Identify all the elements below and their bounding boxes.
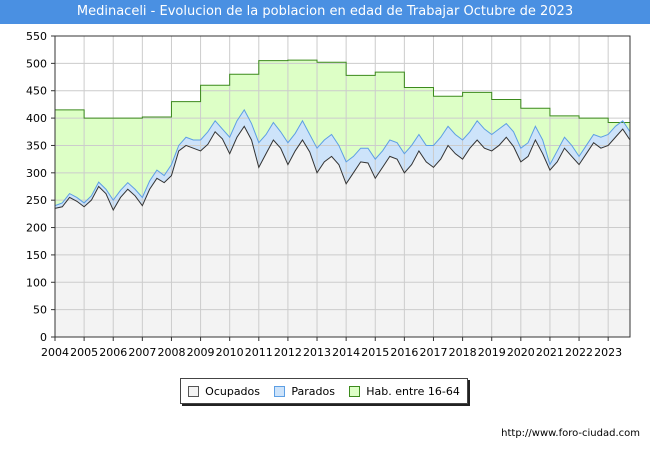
x-tick-label: 2010 <box>216 346 244 359</box>
y-tick-label: 50 <box>33 304 47 317</box>
x-tick-label: 2023 <box>594 346 622 359</box>
y-tick-label: 350 <box>26 139 47 152</box>
legend-label-hab: Hab. entre 16-64 <box>366 384 460 398</box>
x-tick-label: 2022 <box>565 346 593 359</box>
x-tick-label: 2021 <box>536 346 564 359</box>
x-tick-label: 2015 <box>361 346 389 359</box>
x-tick-label: 2004 <box>41 346 69 359</box>
legend-swatch-parados <box>274 385 286 397</box>
x-tick-label: 2016 <box>390 346 418 359</box>
x-tick-label: 2018 <box>449 346 477 359</box>
x-tick-label: 2011 <box>245 346 273 359</box>
x-tick-label: 2019 <box>478 346 506 359</box>
y-tick-label: 250 <box>26 194 47 207</box>
legend-item-ocupados: Ocupados <box>188 385 260 398</box>
y-tick-label: 0 <box>40 331 47 344</box>
x-tick-label: 2005 <box>70 346 98 359</box>
x-tick-label: 2009 <box>187 346 215 359</box>
legend-label-parados: Parados <box>291 384 335 398</box>
footer-url: http://www.foro-ciudad.com <box>501 428 640 439</box>
legend: Ocupados Parados Hab. entre 16-64 <box>180 378 468 404</box>
y-tick-label: 200 <box>26 222 47 235</box>
legend-label-ocupados: Ocupados <box>205 384 261 398</box>
x-tick-label: 2008 <box>157 346 185 359</box>
legend-swatch-ocupados <box>188 385 200 397</box>
legend-item-parados: Parados <box>274 385 335 398</box>
x-tick-label: 2006 <box>99 346 127 359</box>
x-tick-label: 2020 <box>507 346 535 359</box>
x-tick-label: 2012 <box>274 346 302 359</box>
y-tick-label: 100 <box>26 276 47 289</box>
y-tick-label: 500 <box>26 57 47 70</box>
x-tick-label: 2013 <box>303 346 331 359</box>
y-tick-label: 450 <box>26 85 47 98</box>
y-tick-label: 550 <box>26 30 47 43</box>
y-tick-label: 300 <box>26 167 47 180</box>
legend-swatch-hab <box>349 385 361 397</box>
legend-item-hab: Hab. entre 16-64 <box>349 385 460 398</box>
y-tick-label: 400 <box>26 112 47 125</box>
x-tick-label: 2007 <box>128 346 156 359</box>
x-tick-label: 2014 <box>332 346 360 359</box>
x-tick-label: 2017 <box>419 346 447 359</box>
y-tick-label: 150 <box>26 249 47 262</box>
